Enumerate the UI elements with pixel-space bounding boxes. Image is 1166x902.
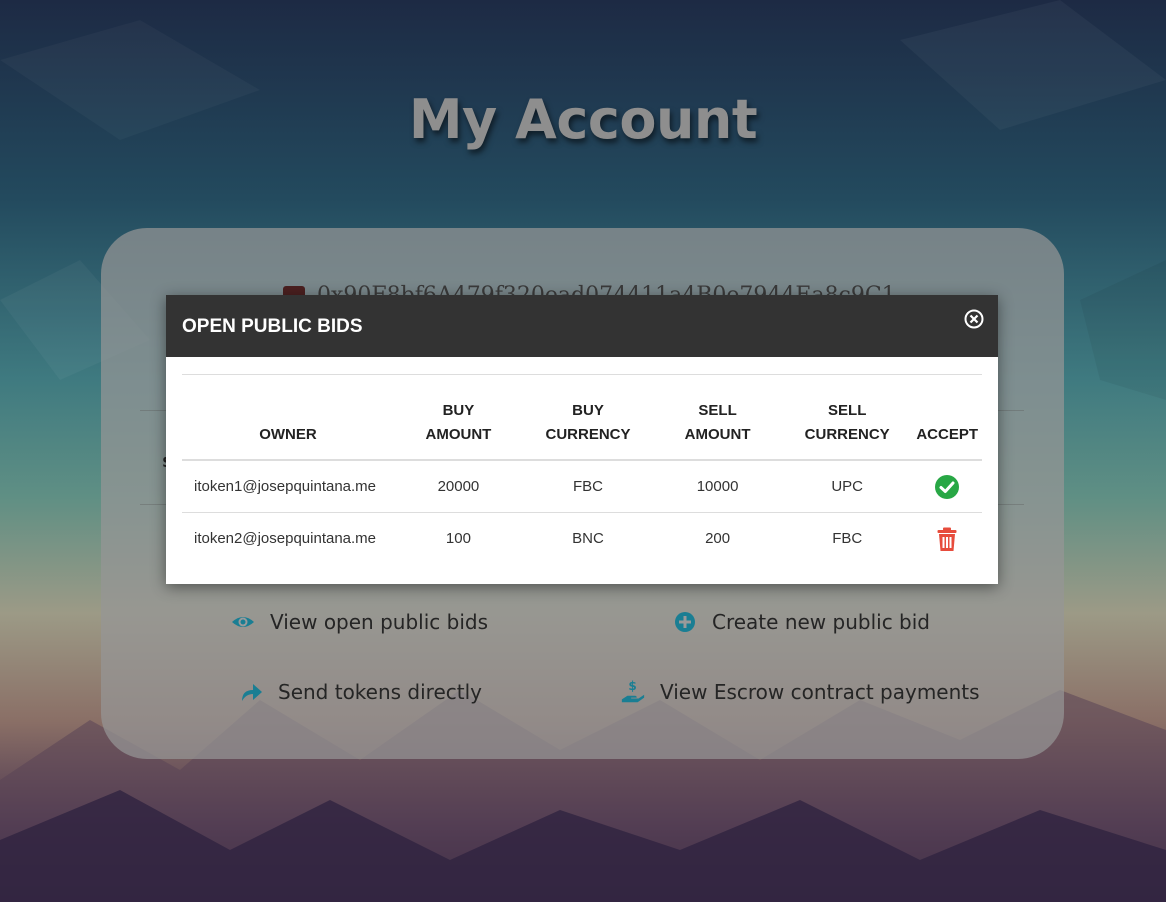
- cell-buy-currency: FBC: [522, 460, 654, 513]
- table-row: itoken2@josepquintana.me 100 BNC 200 FBC: [182, 513, 982, 565]
- column-header-accept: ACCEPT: [916, 426, 978, 443]
- action-label: Send tokens directly: [278, 680, 483, 704]
- cell-sell-amount: 200: [705, 530, 731, 547]
- action-label: Create new public bid: [712, 610, 930, 634]
- eye-icon: [230, 609, 256, 635]
- cell-buy-currency: BNC: [572, 530, 604, 547]
- cell-sell-currency: UPC: [782, 460, 913, 513]
- plus-circle-icon: [672, 609, 698, 635]
- svg-text:$: $: [628, 679, 636, 693]
- modal-title: OPEN PUBLIC BIDS: [182, 316, 363, 337]
- column-header-sell-amount: SELL AMOUNT: [684, 402, 751, 443]
- table-header-row: OWNER BUY AMOUNT BUY CURRENCY SELL AMOUNT S…: [182, 374, 982, 460]
- cell-owner: itoken2@josepquintana.me: [194, 530, 377, 547]
- cell-accept: [912, 460, 982, 513]
- view-escrow-contract-payments-button[interactable]: $ View Escrow contract payments: [620, 679, 980, 705]
- trash-icon[interactable]: [934, 526, 960, 552]
- action-label: View Escrow contract payments: [660, 680, 980, 704]
- page-title: My Account: [408, 88, 758, 151]
- action-label: View open public bids: [270, 610, 488, 634]
- cell-buy-amount: 100: [445, 530, 471, 547]
- modal-body: OWNER BUY AMOUNT BUY CURRENCY SELL AMOUNT S…: [166, 357, 998, 564]
- cell-accept: [912, 513, 982, 565]
- cell-sell-currency: FBC: [832, 530, 863, 547]
- column-header-owner: OWNER: [259, 426, 317, 443]
- column-header-sell-currency: SELL CURRENCY: [804, 402, 890, 443]
- share-arrow-icon: [238, 679, 264, 705]
- open-public-bids-modal: OPEN PUBLIC BIDS OWNER BUY AMOUNT BUY CURR…: [166, 295, 998, 584]
- check-circle-icon[interactable]: [934, 474, 960, 500]
- bids-table: OWNER BUY AMOUNT BUY CURRENCY SELL AMOUNT S…: [182, 374, 982, 564]
- table-row: itoken1@josepquintana.me 20000 FBC 10000…: [182, 460, 982, 513]
- cell-owner: itoken1@josepquintana.me: [182, 460, 394, 513]
- cell-sell-amount: 10000: [653, 460, 783, 513]
- send-tokens-directly-button[interactable]: Send tokens directly: [238, 679, 482, 705]
- column-header-buy-currency: BUY CURRENCY: [545, 402, 631, 443]
- hand-dollar-icon: $: [620, 679, 646, 705]
- view-open-public-bids-button[interactable]: View open public bids: [230, 609, 488, 635]
- column-header-buy-amount: BUY AMOUNT: [425, 402, 492, 443]
- modal-header: OPEN PUBLIC BIDS: [166, 295, 998, 357]
- cell-buy-amount: 20000: [393, 460, 523, 513]
- create-new-public-bid-button[interactable]: Create new public bid: [672, 609, 930, 635]
- close-icon[interactable]: [964, 309, 984, 329]
